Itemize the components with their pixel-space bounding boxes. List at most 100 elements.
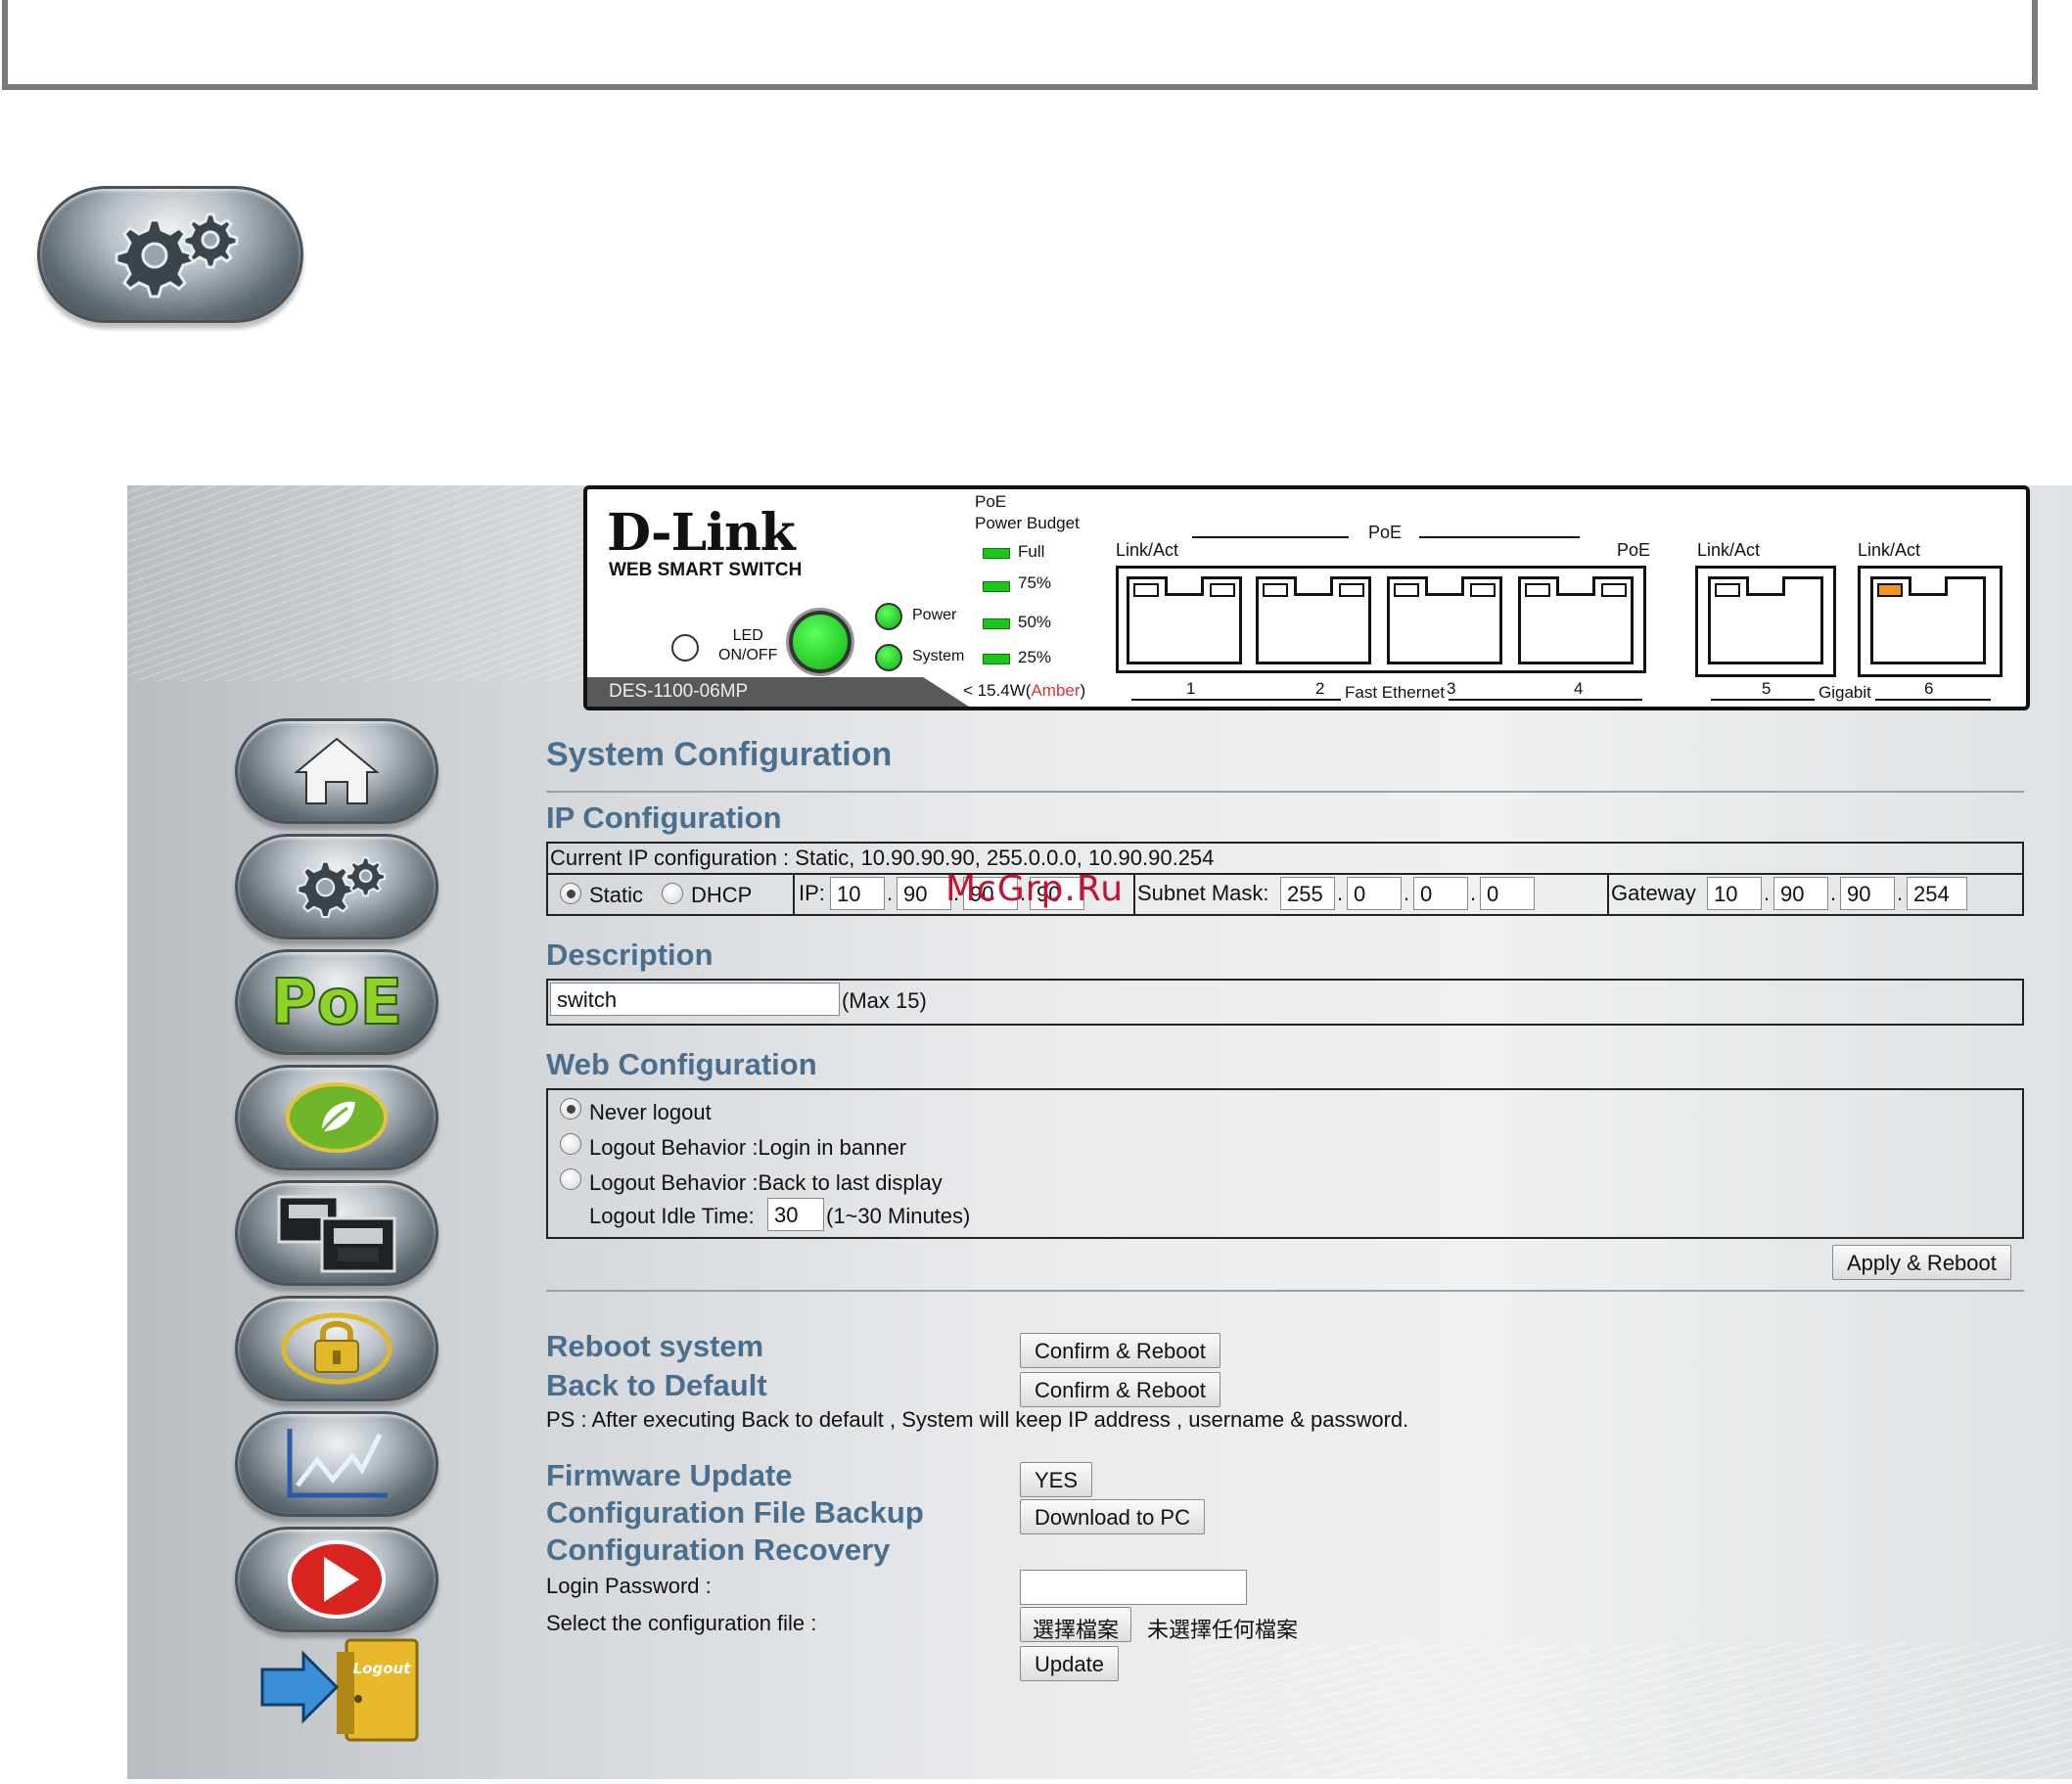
subnet-dot-1: . bbox=[1337, 881, 1344, 905]
logout-back-radio[interactable] bbox=[560, 1168, 581, 1190]
ip-config-row-divider bbox=[546, 873, 2024, 875]
gigabit-port-5-group bbox=[1695, 566, 1836, 677]
play-icon bbox=[288, 1540, 386, 1619]
gateway-label: Gateway bbox=[1611, 881, 1696, 905]
sidebar-media[interactable] bbox=[235, 1527, 438, 1632]
gateway-dot-2: . bbox=[1830, 881, 1837, 905]
ip-vert-divider-2 bbox=[1133, 875, 1135, 916]
gateway-octet-1[interactable]: 10 bbox=[1707, 877, 1762, 910]
budget-bar-full bbox=[983, 548, 1010, 559]
dlink-logo: D-Link bbox=[607, 503, 796, 563]
logout-door-icon: Logout bbox=[260, 1638, 419, 1742]
config-recovery-heading: Configuration Recovery bbox=[546, 1532, 891, 1567]
port-icon bbox=[277, 1195, 396, 1273]
led-toggle-label: LED ON/OFF bbox=[718, 626, 777, 665]
gateway-dot-3: . bbox=[1897, 881, 1904, 905]
port-number-5: 5 bbox=[1762, 679, 1772, 698]
dhcp-radio[interactable] bbox=[662, 883, 683, 904]
download-pc-button[interactable]: Download to PC bbox=[1020, 1499, 1205, 1534]
device-front-panel: D-Link WEB SMART SWITCH LED ON/OFF Power… bbox=[583, 485, 2030, 710]
decor-swoosh-bottom bbox=[1191, 1642, 2072, 1779]
idle-time-input[interactable]: 30 bbox=[767, 1198, 824, 1231]
subnet-octet-2[interactable]: 0 bbox=[1347, 877, 1402, 910]
sidebar-green[interactable] bbox=[235, 1065, 438, 1170]
sidebar-poe[interactable]: PoE bbox=[235, 949, 438, 1055]
description-input[interactable]: switch bbox=[550, 983, 840, 1016]
green-leaf-icon bbox=[286, 1082, 388, 1153]
gear-icon bbox=[297, 856, 387, 919]
sidebar-settings[interactable] bbox=[235, 834, 438, 939]
port-3[interactable] bbox=[1387, 576, 1502, 664]
power-led bbox=[875, 603, 902, 630]
sidebar-security[interactable] bbox=[235, 1296, 438, 1401]
choose-file-button[interactable]: 選擇檔案 bbox=[1020, 1607, 1132, 1642]
system-led-label: System bbox=[912, 648, 965, 664]
dhcp-label: DHCP bbox=[691, 883, 753, 907]
budget-label-50: 50% bbox=[1018, 613, 1052, 631]
reboot-confirm-button[interactable]: Confirm & Reboot bbox=[1020, 1333, 1220, 1368]
ip-label: IP: bbox=[799, 881, 825, 905]
subnet-octet-4[interactable]: 0 bbox=[1480, 877, 1535, 910]
poe-icon-text: PoE bbox=[273, 967, 400, 1039]
static-radio[interactable] bbox=[560, 883, 581, 904]
subnet-octet-3[interactable]: 0 bbox=[1413, 877, 1468, 910]
sidebar-monitoring[interactable] bbox=[235, 1411, 438, 1517]
sidebar-home[interactable] bbox=[235, 718, 438, 824]
budget-label-25: 25% bbox=[1018, 648, 1052, 666]
poe-icon: PoE bbox=[273, 966, 400, 1040]
poe-port-label: PoE bbox=[1617, 540, 1651, 560]
login-password-input[interactable] bbox=[1020, 1570, 1247, 1605]
led-toggle[interactable] bbox=[671, 634, 699, 662]
default-confirm-button[interactable]: Confirm & Reboot bbox=[1020, 1372, 1220, 1407]
update-button[interactable]: Update bbox=[1020, 1646, 1119, 1681]
lock-icon bbox=[281, 1312, 392, 1385]
fast-ethernet-ports bbox=[1116, 566, 1646, 673]
idle-time-range: (1~30 Minutes) bbox=[826, 1204, 971, 1228]
ip-octet-1[interactable]: 10 bbox=[830, 877, 885, 910]
power-led-label: Power bbox=[912, 607, 957, 623]
login-password-label: Login Password : bbox=[546, 1574, 712, 1598]
gateway-octet-4[interactable]: 254 bbox=[1907, 877, 1967, 910]
description-max: (Max 15) bbox=[842, 988, 927, 1013]
budget-note: < 15.4W(Amber) bbox=[963, 681, 1085, 701]
port-2[interactable] bbox=[1256, 576, 1371, 664]
config-backup-heading: Configuration File Backup bbox=[546, 1495, 924, 1530]
port-5[interactable] bbox=[1708, 576, 1823, 664]
poe-group-label: PoE bbox=[1368, 523, 1403, 542]
port-6[interactable] bbox=[1870, 576, 1986, 664]
poe-bracket-left bbox=[1192, 536, 1349, 538]
apply-reboot-button[interactable]: Apply & Reboot bbox=[1832, 1245, 2011, 1280]
sidebar-port[interactable] bbox=[235, 1180, 438, 1286]
port-1[interactable] bbox=[1127, 576, 1242, 664]
ip-vert-divider-3 bbox=[1607, 875, 1609, 916]
budget-note-prefix: < 15.4W( bbox=[963, 681, 1032, 700]
ip-octet-2[interactable]: 90 bbox=[897, 877, 951, 910]
subnet-dot-3: . bbox=[1470, 881, 1477, 905]
subnet-label: Subnet Mask: bbox=[1137, 881, 1269, 905]
subnet-octet-1[interactable]: 255 bbox=[1280, 877, 1335, 910]
model-label: DES-1100-06MP bbox=[587, 677, 969, 707]
select-file-label: Select the configuration file : bbox=[546, 1611, 817, 1635]
budget-label-full: Full bbox=[1018, 542, 1045, 561]
link-act-label-fe: Link/Act bbox=[1116, 540, 1179, 560]
gateway-octet-3[interactable]: 90 bbox=[1840, 877, 1895, 910]
port-number-1: 1 bbox=[1186, 679, 1196, 698]
gigabit-port-6-group bbox=[1858, 566, 2003, 677]
budget-note-suffix: ) bbox=[1080, 681, 1086, 700]
device-subtitle: WEB SMART SWITCH bbox=[609, 560, 803, 580]
logout-banner-radio[interactable] bbox=[560, 1133, 581, 1155]
logout-button[interactable]: Logout bbox=[256, 1636, 423, 1744]
port-4[interactable] bbox=[1518, 576, 1634, 664]
port-number-6: 6 bbox=[1924, 679, 1934, 699]
logout-back-label: Logout Behavior :Back to last display bbox=[589, 1170, 943, 1195]
gateway-octet-2[interactable]: 90 bbox=[1773, 877, 1828, 910]
never-logout-radio[interactable] bbox=[560, 1098, 581, 1120]
firmware-yes-button[interactable]: YES bbox=[1020, 1462, 1093, 1497]
description-heading: Description bbox=[546, 938, 714, 972]
poe-budget-heading: PoE Power Budget bbox=[975, 491, 1080, 534]
link-act-label-gig6: Link/Act bbox=[1858, 540, 1921, 560]
port-number-3: 3 bbox=[1447, 679, 1456, 699]
static-label: Static bbox=[589, 883, 644, 907]
web-config-heading: Web Configuration bbox=[546, 1047, 817, 1081]
logout-label: Logout bbox=[353, 1660, 412, 1677]
